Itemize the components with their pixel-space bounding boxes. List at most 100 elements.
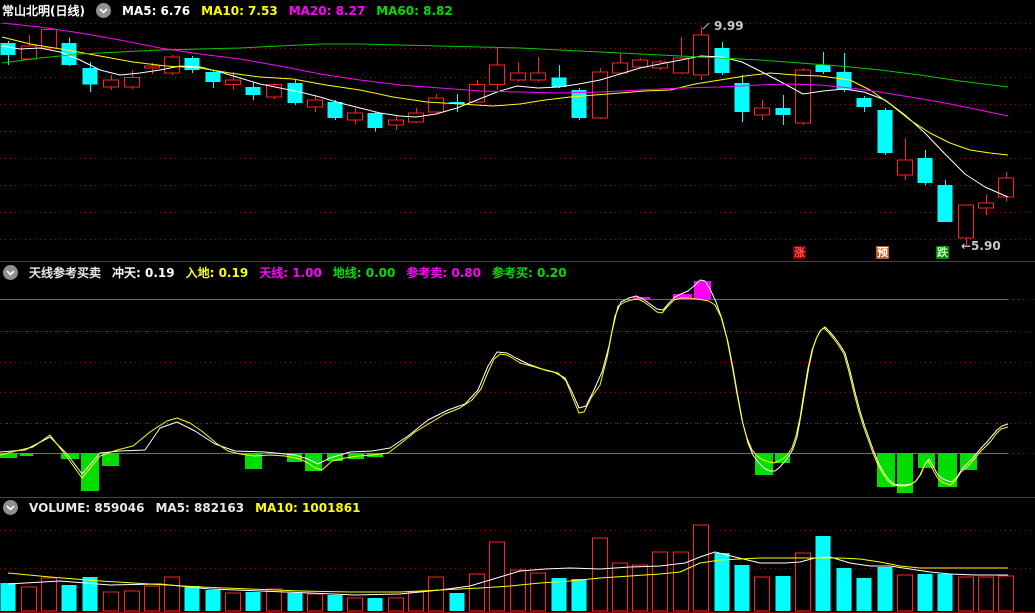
volume-bar-up <box>998 575 1014 612</box>
volume-bar-up <box>897 574 913 612</box>
stock-title: 常山北明(日线) <box>2 4 85 18</box>
candle-body-up <box>21 45 37 60</box>
indicator-line-rudi <box>0 297 1009 487</box>
candle-body-down <box>571 90 587 118</box>
candle-body-up <box>530 72 546 81</box>
volume-bar-down <box>734 565 750 611</box>
candle-body-up <box>958 204 974 239</box>
candle-body-up <box>347 112 363 121</box>
candle-body-down <box>877 109 893 154</box>
volume-bar-up <box>673 551 689 612</box>
volume-legend: VOLUME: 859046 MA5: 882163 MA10: 1001861 <box>29 501 371 515</box>
candle-body-down <box>82 68 98 85</box>
candle-body-down <box>287 83 303 103</box>
candle-body-up <box>164 56 180 74</box>
low-price-annotation: ←5.90 <box>961 239 1001 253</box>
volume-bar-down <box>184 586 200 611</box>
legend-item: MA5: 882163 <box>155 500 245 515</box>
volume-bar-up <box>652 551 668 612</box>
ma-legend: MA5: 6.76 MA10: 7.53 MA20: 8.27 MA60: 8.82 <box>122 4 464 18</box>
signal-badge: 预 <box>876 246 889 259</box>
price-panel-header: 常山北明(日线) MA5: 6.76 MA10: 7.53 MA20: 8.27 MA… <box>2 2 475 19</box>
volume-bar-up <box>124 590 140 612</box>
candle-body-down <box>327 101 343 118</box>
candle-body-up <box>469 84 485 103</box>
volume-bar-down <box>917 574 933 611</box>
indicator-green-bar <box>0 453 17 458</box>
volume-bar-down <box>836 568 852 611</box>
indicator-title: 天线参考买卖 <box>29 266 102 280</box>
volume-bar-up <box>428 576 444 612</box>
volume-bar-down <box>877 567 893 611</box>
candle-body-up <box>307 99 323 108</box>
candle-body-up <box>612 62 628 74</box>
volume-bar-up <box>164 576 180 612</box>
volume-bar-down <box>0 583 16 611</box>
legend-item: MA10: 1001861 <box>255 500 361 515</box>
volume-bar-down <box>287 593 303 611</box>
stock-chart-window: 常山北明(日线) MA5: 6.76 MA10: 7.53 MA20: 8.27 MA… <box>0 0 1035 613</box>
candle-body-up <box>693 34 709 76</box>
volume-bar-up <box>388 597 404 612</box>
volume-bar-up <box>347 597 363 612</box>
volume-bar-up <box>612 562 628 612</box>
candle-body-up <box>978 202 994 209</box>
candle-body-down <box>917 157 933 183</box>
legend-item: 地线: 0.00 <box>332 266 396 280</box>
chevron-down-icon[interactable] <box>3 500 18 515</box>
volume-bar-up <box>266 588 282 612</box>
ma-line-MA10 <box>1 36 1009 156</box>
volume-bar-down <box>937 574 953 611</box>
signal-badge: 跌 <box>936 246 949 259</box>
candle-body-up <box>41 29 57 49</box>
legend-item: MA20: 8.27 <box>288 3 366 18</box>
candle-body-up <box>510 72 526 81</box>
chart-canvas[interactable] <box>0 0 1035 613</box>
volume-bar-up <box>469 573 485 612</box>
candle-body-up <box>103 79 119 88</box>
candle-body-up <box>124 76 140 88</box>
candle-body-up <box>897 159 913 176</box>
volume-bar-up <box>21 586 37 612</box>
candle-body-up <box>489 64 505 86</box>
candle-body-down <box>815 64 831 72</box>
volume-panel-header: VOLUME: 859046 MA5: 882163 MA10: 1001861 <box>3 500 382 515</box>
candle-body-up <box>144 65 160 69</box>
high-price-annotation: 9.99 <box>714 19 744 33</box>
chevron-down-icon[interactable] <box>95 3 111 18</box>
candle-body-down <box>937 185 953 222</box>
indicator-line-chongtian <box>0 279 1009 486</box>
volume-bar-up <box>408 591 424 612</box>
volume-bar-down <box>775 576 791 611</box>
legend-item: MA10: 7.53 <box>201 3 278 18</box>
indicator-green-bar <box>877 453 895 487</box>
legend-item: MA5: 6.76 <box>121 3 191 18</box>
volume-bar-down <box>551 578 567 611</box>
indicator-green-bar <box>102 453 119 466</box>
volume-bar-up <box>978 576 994 612</box>
candle-body-down <box>367 113 383 128</box>
volume-bar-up <box>754 576 770 612</box>
candle-body-up <box>388 119 404 126</box>
candle-body-up <box>632 59 648 68</box>
volume-bar-down <box>327 595 343 611</box>
chevron-down-icon[interactable] <box>3 265 18 280</box>
candle-body-down <box>205 71 221 83</box>
legend-item: 天线: 1.00 <box>259 266 322 280</box>
volume-bar-down <box>714 553 730 611</box>
candle-body-down <box>734 83 750 112</box>
candle-body-down <box>775 108 791 116</box>
volume-bar-up <box>307 593 323 612</box>
legend-item: 冲天: 0.19 <box>112 266 175 280</box>
candle-body-down <box>245 86 261 95</box>
volume-bar-down <box>82 577 98 611</box>
candle-body-down <box>551 77 567 87</box>
legend-item: 参考卖: 0.80 <box>406 266 481 280</box>
candle-body-down <box>856 98 872 108</box>
legend-item: VOLUME: 859046 <box>29 500 145 515</box>
indicator-panel-header: 天线参考买卖 冲天: 0.19 入地: 0.19 天线: 1.00 地线: 0.00 参… <box>3 264 589 281</box>
volume-bar-down <box>245 592 261 611</box>
volume-bar-up <box>225 592 241 612</box>
volume-bar-up <box>144 585 160 612</box>
volume-bar-up <box>958 576 974 612</box>
